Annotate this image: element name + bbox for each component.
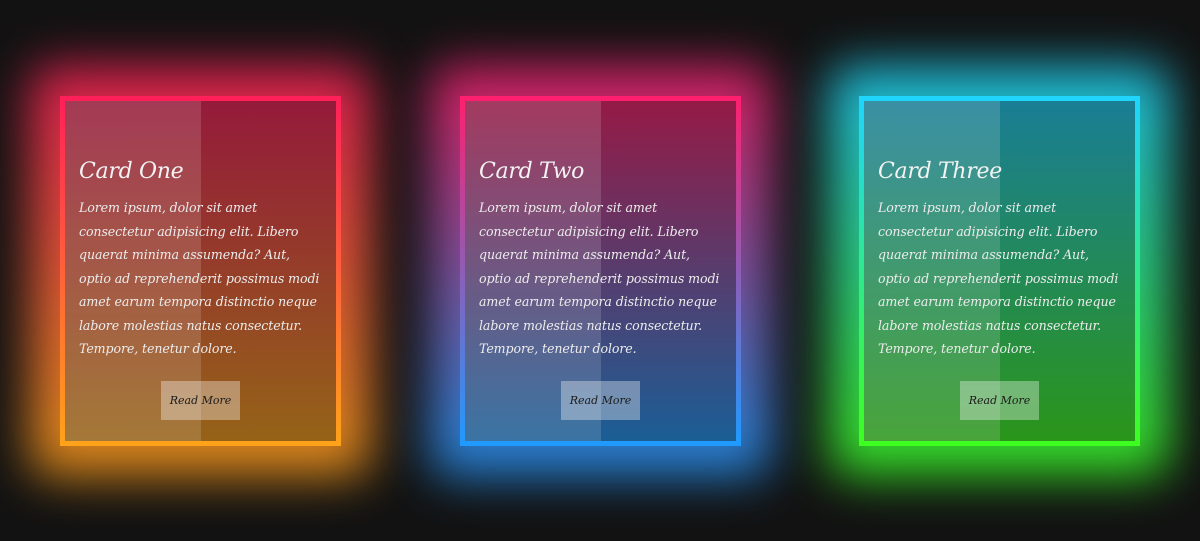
card-one: Card One Lorem ipsum, dolor sit amet con… (30, 66, 371, 476)
card-one-read-more-button[interactable]: Read More (161, 380, 240, 420)
card-two-border: Card Two Lorem ipsum, dolor sit amet con… (460, 96, 741, 446)
card-two-read-more-button[interactable]: Read More (561, 380, 640, 420)
card-one-title: Card One (79, 159, 184, 184)
card-three-text: Lorem ipsum, dolor sit amet consectetur … (878, 200, 1119, 356)
card-two-text: Lorem ipsum, dolor sit amet consectetur … (479, 200, 720, 356)
card-two-body: Card Two Lorem ipsum, dolor sit amet con… (465, 101, 736, 441)
card-three-title: Card Three (878, 159, 1002, 184)
card-three-read-more-button[interactable]: Read More (960, 380, 1039, 420)
card-two: Card Two Lorem ipsum, dolor sit amet con… (430, 66, 771, 476)
card-three-border: Card Three Lorem ipsum, dolor sit amet c… (859, 96, 1140, 446)
card-one-border: Card One Lorem ipsum, dolor sit amet con… (60, 96, 341, 446)
card-three-content: Card Three Lorem ipsum, dolor sit amet c… (864, 101, 1135, 420)
card-three: Card Three Lorem ipsum, dolor sit amet c… (829, 66, 1170, 476)
card-two-content: Card Two Lorem ipsum, dolor sit amet con… (465, 101, 736, 420)
card-one-content: Card One Lorem ipsum, dolor sit amet con… (65, 101, 336, 420)
card-two-title: Card Two (479, 159, 585, 184)
card-three-body: Card Three Lorem ipsum, dolor sit amet c… (864, 101, 1135, 441)
card-one-body: Card One Lorem ipsum, dolor sit amet con… (65, 101, 336, 441)
card-one-text: Lorem ipsum, dolor sit amet consectetur … (79, 200, 320, 356)
